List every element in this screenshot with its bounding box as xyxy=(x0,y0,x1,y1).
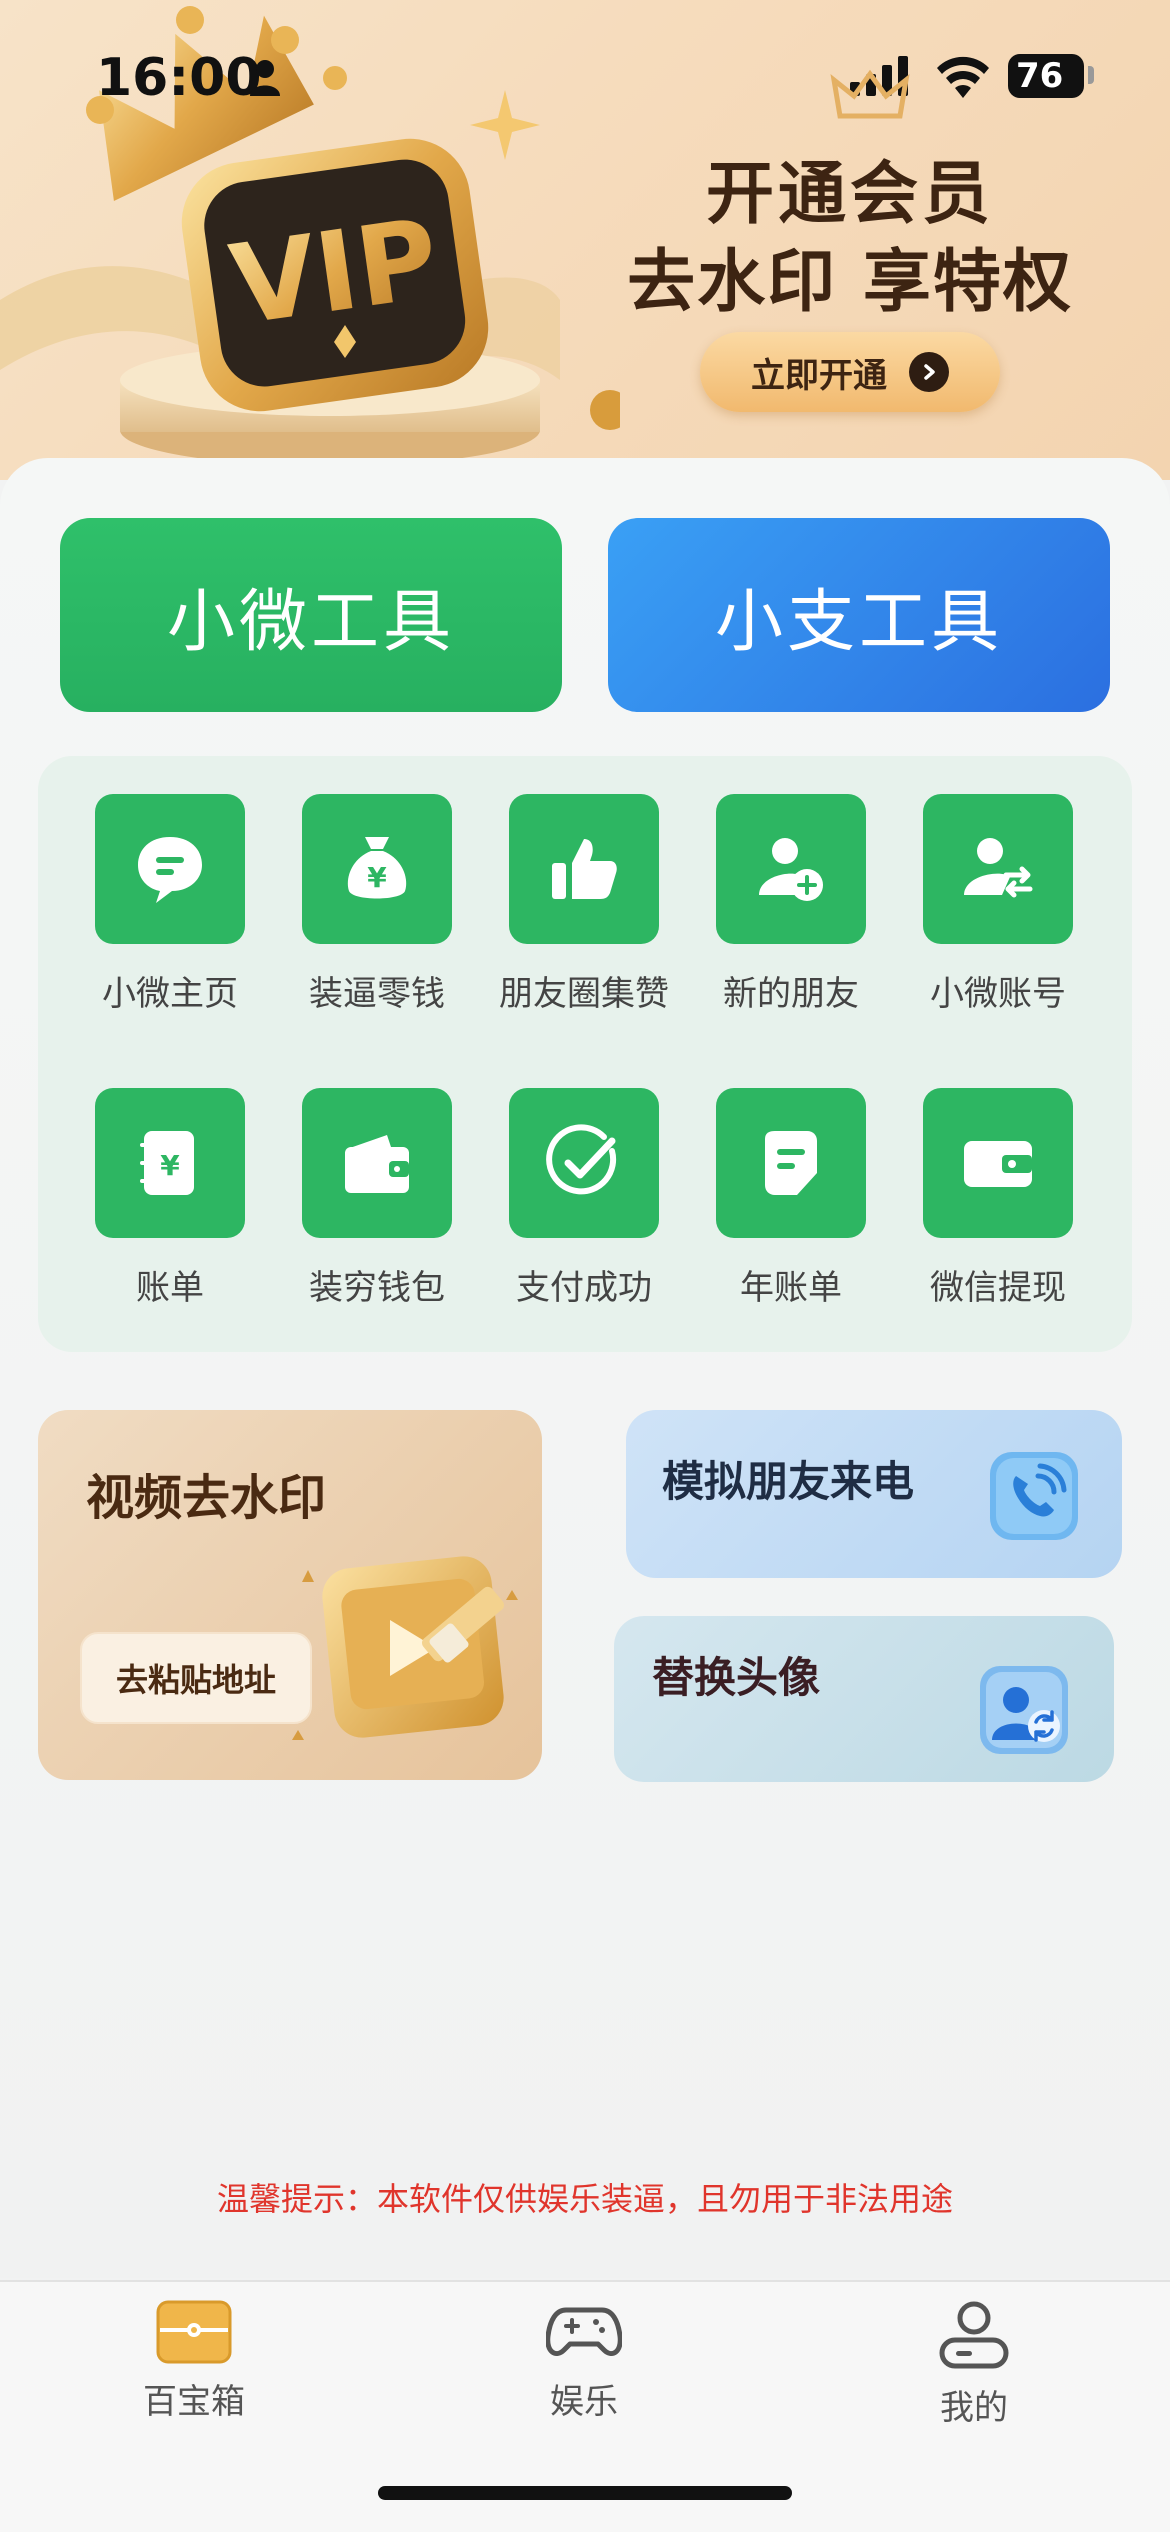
add-user-icon xyxy=(716,794,866,944)
money-bag-icon: ¥ xyxy=(302,794,452,944)
grid-item-wx-account[interactable]: 小微账号 xyxy=(898,794,1098,1034)
grid-label: 装逼零钱 xyxy=(309,974,445,1014)
grid-item-new-friends[interactable]: 新的朋友 xyxy=(691,794,891,1034)
grid-label: 账单 xyxy=(136,1268,204,1308)
grid-item-moments-likes[interactable]: 朋友圈集赞 xyxy=(484,794,684,1034)
warning-notice: 温馨提示：本软件仅供娱乐装逼，且勿用于非法用途 xyxy=(216,2180,953,2218)
fake-call-title: 模拟朋友来电 xyxy=(662,1457,915,1506)
paste-url-button[interactable]: 去粘贴地址 xyxy=(80,1632,312,1724)
bill-icon: ¥ xyxy=(95,1088,245,1238)
grid-label: 年账单 xyxy=(740,1268,842,1308)
promo-subtitle: 去水印 享特权 xyxy=(627,243,1073,322)
zfb-tools-button[interactable]: 小支工具 xyxy=(608,518,1110,712)
svg-text:¥: ¥ xyxy=(160,1149,180,1182)
promo-title: 开通会员 xyxy=(705,155,994,234)
grid-label: 微信提现 xyxy=(930,1268,1066,1308)
tool-grid: 小微主页 ¥ 装逼零钱 朋友圈集赞 新的朋友 小微账号 ¥ 账单 装穷钱包 支付… xyxy=(38,756,1132,1352)
tab-label: 娱乐 xyxy=(550,2382,618,2422)
grid-label: 支付成功 xyxy=(516,1268,652,1308)
arrow-right-icon xyxy=(909,352,949,392)
main-content: 小微工具 小支工具 小微主页 ¥ 装逼零钱 朋友圈集赞 新的朋友 小微账号 ¥ … xyxy=(0,458,1170,2278)
battery-level: 76 xyxy=(1016,56,1064,96)
tab-mine[interactable]: 我的 xyxy=(874,2300,1074,2450)
vip-banner[interactable]: VIP 16:00 76 开通会员 去水印 享特权 立即开通 xyxy=(0,0,1170,480)
grid-label: 朋友圈集赞 xyxy=(499,974,669,1014)
grid-label: 小微账号 xyxy=(930,974,1066,1014)
grid-item-pay-success[interactable]: 支付成功 xyxy=(484,1088,684,1328)
grid-label: 新的朋友 xyxy=(723,974,859,1014)
withdraw-wallet-icon xyxy=(923,1088,1073,1238)
avatar-swap-icon xyxy=(980,1666,1068,1754)
video-play-icon xyxy=(292,1556,518,1740)
home-indicator xyxy=(378,2486,792,2500)
tab-label: 百宝箱 xyxy=(143,2382,245,2422)
gamepad-icon xyxy=(546,2307,622,2356)
person-icon xyxy=(250,60,280,96)
tab-entertainment[interactable]: 娱乐 xyxy=(484,2300,684,2450)
thumbs-up-icon xyxy=(509,794,659,944)
grid-label: 装穷钱包 xyxy=(309,1268,445,1308)
crown-icon xyxy=(830,69,910,119)
grid-item-poor-wallet[interactable]: 装穷钱包 xyxy=(277,1088,477,1328)
grid-item-wx-home[interactable]: 小微主页 xyxy=(70,794,270,1034)
tab-label: 我的 xyxy=(940,2388,1008,2428)
grid-item-bill[interactable]: ¥ 账单 xyxy=(70,1088,270,1328)
user-switch-icon xyxy=(923,794,1073,944)
battery-icon: 76 xyxy=(1008,54,1084,98)
grid-item-annual-bill[interactable]: 年账单 xyxy=(691,1088,891,1328)
profile-icon xyxy=(939,2301,1009,2369)
status-time: 16:00 xyxy=(96,48,262,108)
video-watermark-card[interactable]: 视频去水印 去粘贴地址 xyxy=(38,1410,542,1780)
phone-call-icon xyxy=(990,1452,1078,1540)
open-vip-button[interactable]: 立即开通 xyxy=(700,332,1000,412)
replace-avatar-card[interactable]: 替换头像 xyxy=(614,1616,1114,1782)
wifi-icon xyxy=(937,56,989,98)
video-watermark-title: 视频去水印 xyxy=(86,1470,327,1526)
treasure-box-icon xyxy=(156,2300,232,2364)
grid-label: 小微主页 xyxy=(102,974,238,1014)
open-vip-label: 立即开通 xyxy=(751,355,887,396)
battery-tip xyxy=(1088,66,1094,84)
status-bar: 16:00 76 xyxy=(0,0,1170,150)
chat-bubble-icon xyxy=(95,794,245,944)
wallet-icon xyxy=(302,1088,452,1238)
svg-text:¥: ¥ xyxy=(367,861,387,894)
check-circle-icon xyxy=(509,1088,659,1238)
document-icon xyxy=(716,1088,866,1238)
fake-call-card[interactable]: 模拟朋友来电 xyxy=(626,1410,1122,1578)
grid-item-wx-withdraw[interactable]: 微信提现 xyxy=(898,1088,1098,1328)
wx-tools-button[interactable]: 小微工具 xyxy=(60,518,562,712)
tab-treasure-box[interactable]: 百宝箱 xyxy=(94,2300,294,2450)
replace-avatar-title: 替换头像 xyxy=(652,1653,821,1702)
grid-item-fake-change[interactable]: ¥ 装逼零钱 xyxy=(277,794,477,1034)
